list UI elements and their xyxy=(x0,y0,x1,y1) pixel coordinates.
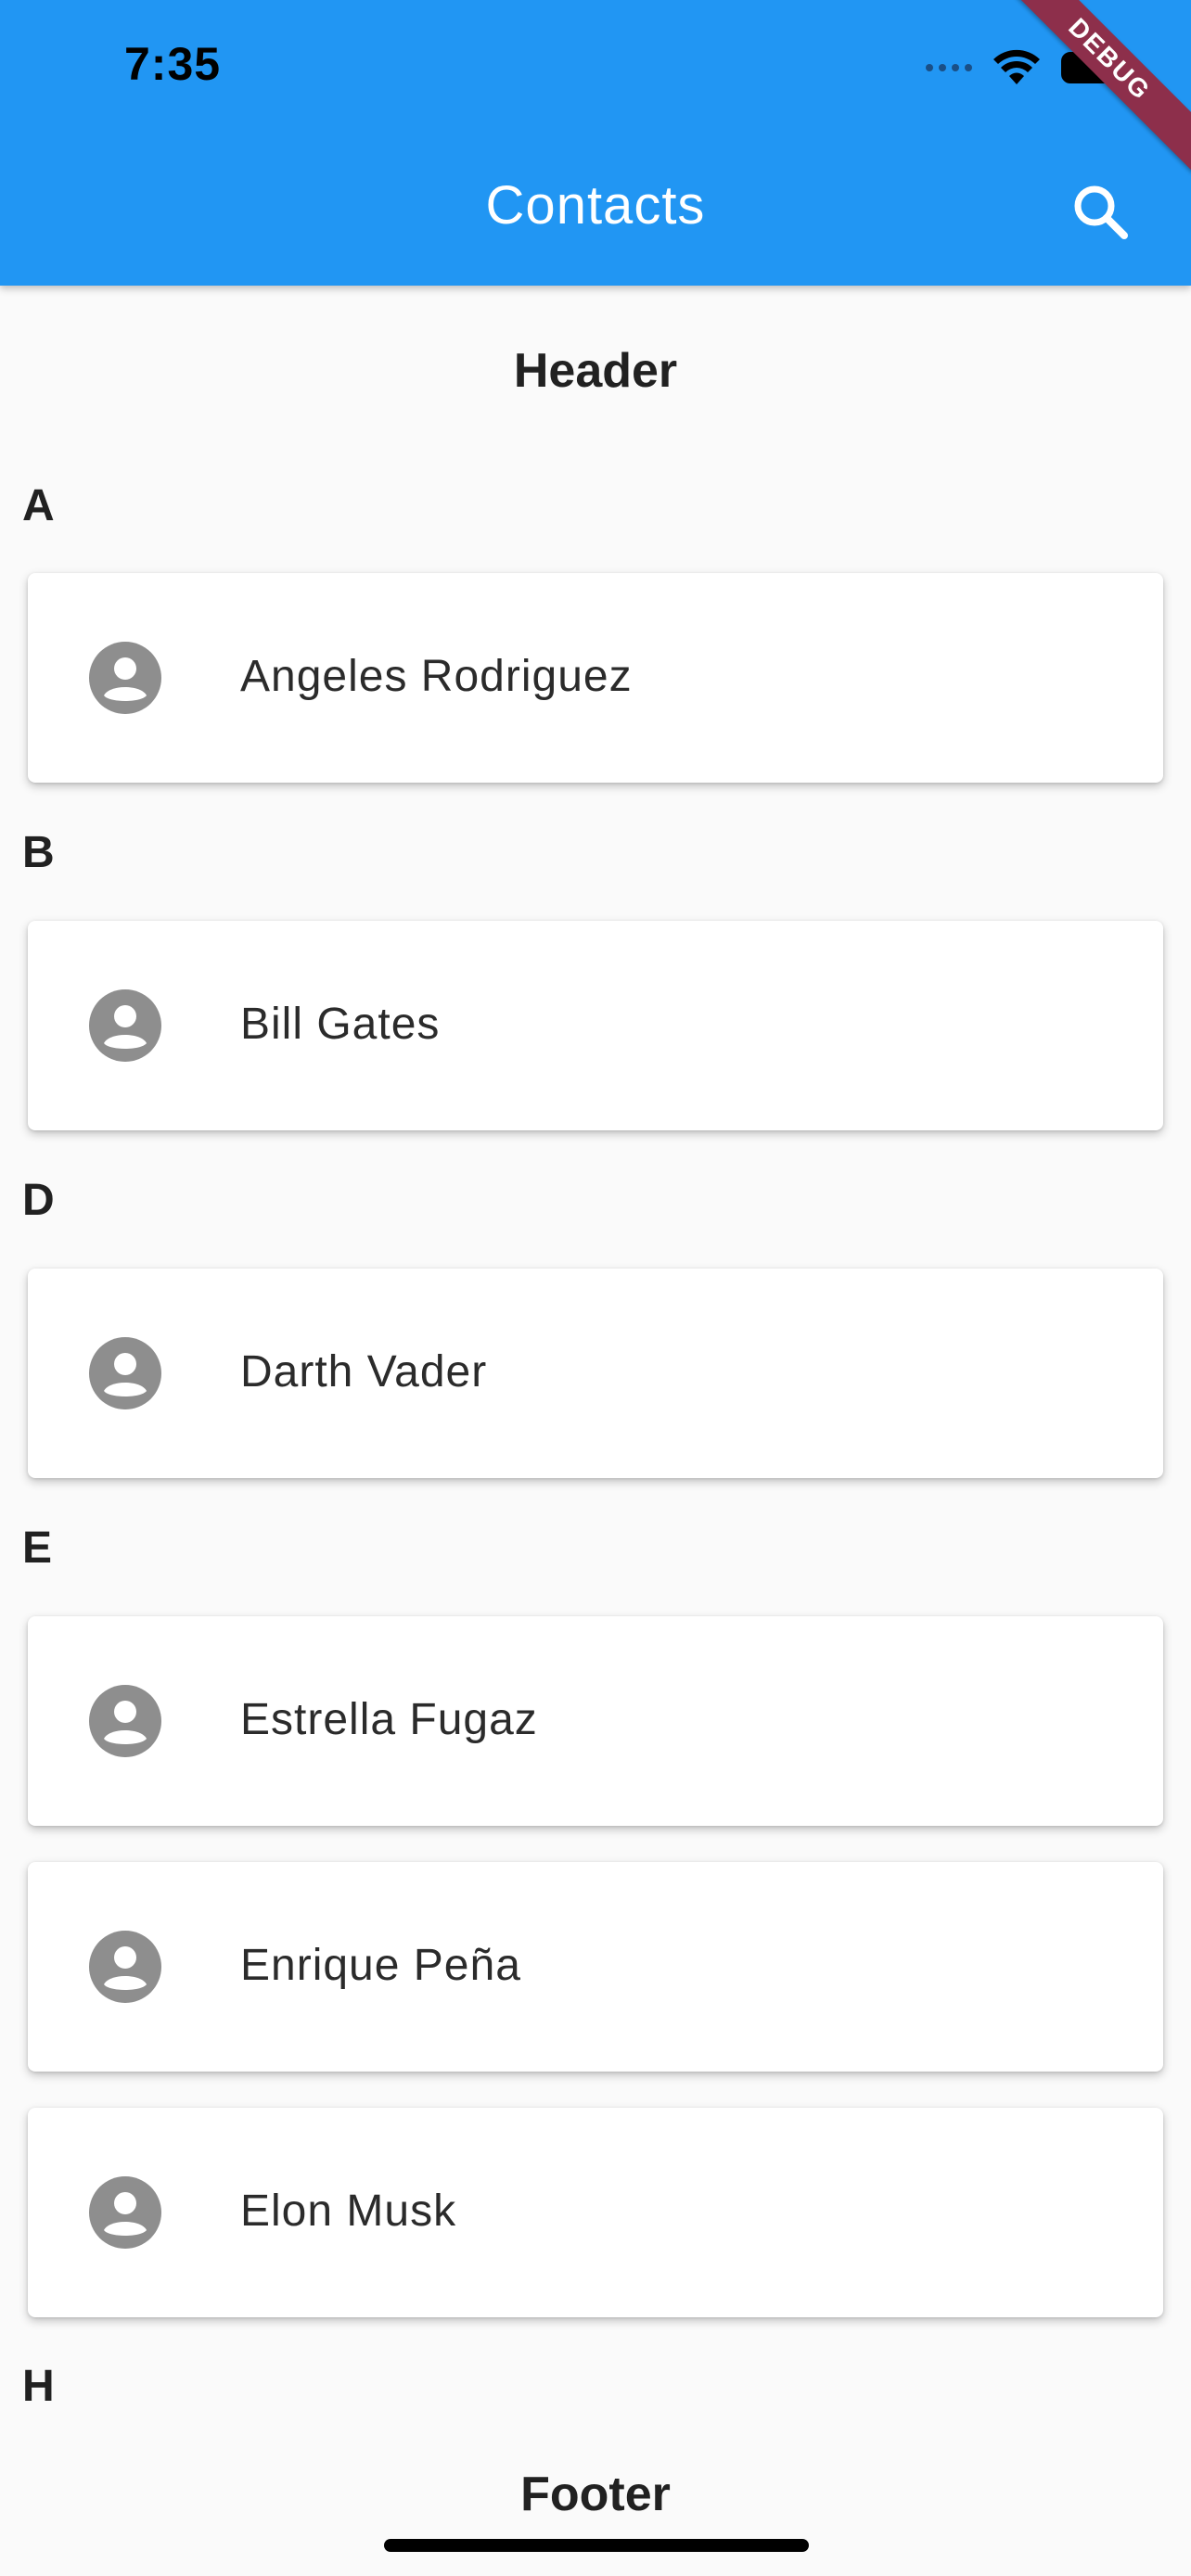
account-circle-icon xyxy=(89,1685,161,1757)
app-bar: 7:35 Contacts xyxy=(0,0,1191,286)
section-letter: A xyxy=(22,481,55,530)
account-circle-icon xyxy=(89,2176,161,2249)
contact-card[interactable]: Darth Vader xyxy=(28,1269,1163,1478)
list-header: Header xyxy=(513,344,678,398)
contact-card[interactable]: Enrique Peña xyxy=(28,1862,1163,2072)
wifi-icon xyxy=(993,49,1040,84)
home-indicator[interactable] xyxy=(384,2539,809,2552)
section-letter: H xyxy=(22,2362,55,2411)
section-letter: D xyxy=(22,1176,55,1225)
contact-card[interactable]: Estrella Fugaz xyxy=(28,1616,1163,1826)
contact-name: Darth Vader xyxy=(240,1347,488,1396)
contact-name: Bill Gates xyxy=(240,1000,441,1049)
list-footer: Footer xyxy=(520,2468,671,2521)
status-time: 7:35 xyxy=(124,38,222,90)
account-circle-icon xyxy=(89,1931,161,2003)
account-circle-icon xyxy=(89,989,161,1062)
section-letter: B xyxy=(22,828,55,877)
contact-name: Enrique Peña xyxy=(240,1941,521,1990)
search-icon[interactable] xyxy=(1067,178,1133,245)
account-circle-icon xyxy=(89,642,161,714)
cellular-signal-icon xyxy=(926,64,972,71)
contact-name: Angeles Rodriguez xyxy=(240,652,633,701)
contact-name: Estrella Fugaz xyxy=(240,1695,538,1744)
contact-card[interactable]: Angeles Rodriguez xyxy=(28,573,1163,783)
contact-card[interactable]: Elon Musk xyxy=(28,2108,1163,2317)
contact-card[interactable]: Bill Gates xyxy=(28,921,1163,1130)
account-circle-icon xyxy=(89,1337,161,1409)
section-letter: E xyxy=(22,1524,53,1573)
page-title: Contacts xyxy=(485,175,706,236)
contact-name: Elon Musk xyxy=(240,2187,457,2236)
